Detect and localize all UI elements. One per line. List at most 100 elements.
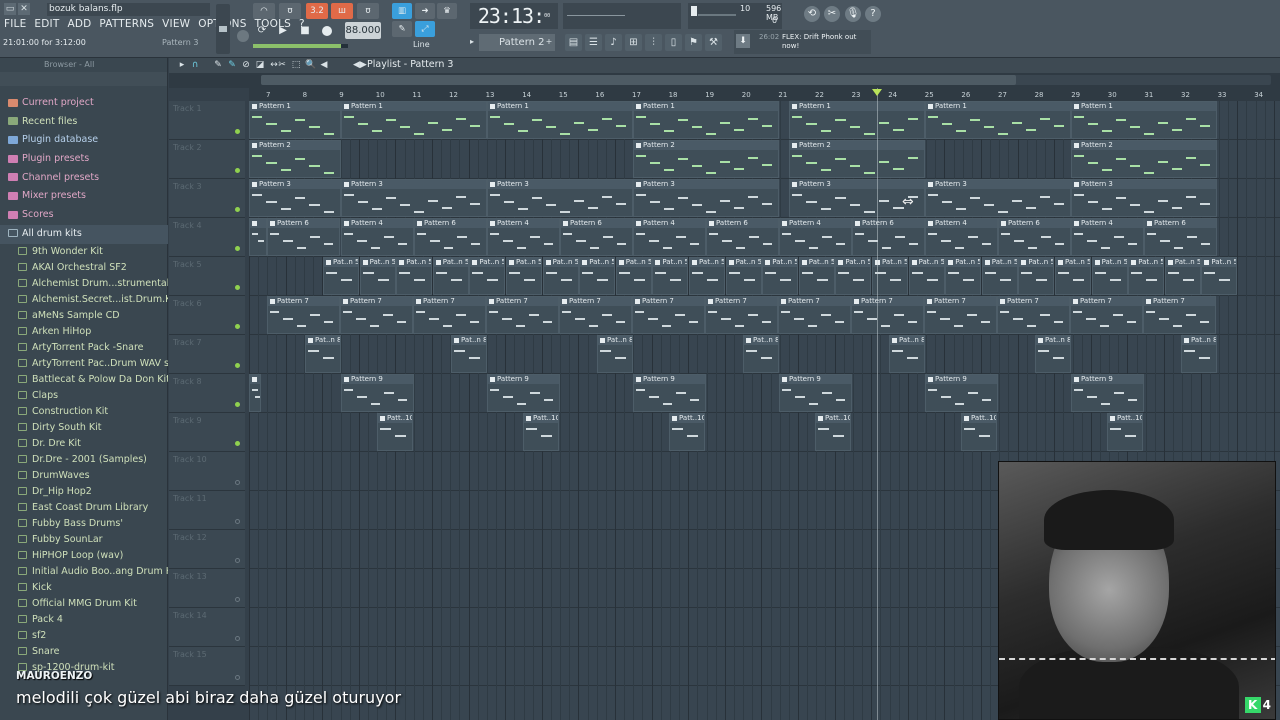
pattern-clip[interactable]: Pattern 6: [560, 218, 633, 256]
browser-window-icon[interactable]: ⊞: [625, 34, 642, 51]
pattern-clip[interactable]: Pat..n 8: [889, 335, 925, 373]
pattern-clip[interactable]: Patt..10: [523, 413, 559, 451]
track-header[interactable]: Track 3: [169, 179, 245, 218]
browser-kit-item[interactable]: ArtyTorrent Pack -Snare: [0, 340, 168, 356]
pattern-clip[interactable]: Pattern 6: [998, 218, 1071, 256]
track-header[interactable]: Track 8: [169, 374, 245, 413]
pattern-clip[interactable]: Pat..n 8: [305, 335, 341, 373]
menu-file[interactable]: FILE: [4, 18, 26, 30]
pattern-clip[interactable]: Pat..n 8: [1035, 335, 1071, 373]
pattern-clip[interactable]: Pattern 9: [487, 374, 560, 412]
loop-record-button[interactable]: ʊ: [357, 3, 379, 19]
pattern-clip[interactable]: Patt..10: [1107, 413, 1143, 451]
track-mute-button[interactable]: [235, 363, 240, 368]
track-mute-button[interactable]: [235, 246, 240, 251]
plugin-picker-icon[interactable]: ⚑: [685, 34, 702, 51]
pattern-clip[interactable]: Pattern 9: [925, 374, 998, 412]
pattern-clip[interactable]: Pattern 3: [487, 179, 633, 217]
pattern-clip[interactable]: Pattern 3: [633, 179, 779, 217]
pattern-clip[interactable]: Pattern 7: [267, 296, 340, 334]
microphone-icon[interactable]: 🎙: [845, 6, 861, 22]
playlist-window-icon[interactable]: ▤: [565, 34, 582, 51]
track-mute-button[interactable]: [235, 129, 240, 134]
pattern-clip[interactable]: Pattern 7: [413, 296, 486, 334]
pattern-clip[interactable]: Pat..n 5: [1018, 257, 1055, 295]
pattern-clip[interactable]: Pattern 7: [632, 296, 705, 334]
pattern-clip[interactable]: Pattern 2: [789, 140, 925, 178]
browser-item-plugin-database[interactable]: Plugin database: [0, 131, 168, 150]
track-mute-button[interactable]: [235, 207, 240, 212]
menu-view[interactable]: VIEW: [162, 18, 190, 30]
browser-item-scores[interactable]: Scores: [0, 206, 168, 225]
pattern-clip[interactable]: Pat..n 5: [835, 257, 872, 295]
pattern-clip[interactable]: Pat..n 8: [743, 335, 779, 373]
browser-kit-item[interactable]: Arken HiHop: [0, 324, 168, 340]
browser-item-all-drum-kits[interactable]: All drum kits: [0, 224, 168, 244]
browser-kit-item[interactable]: Initial Audio Boo..ang Drum Kit WiN: [0, 564, 168, 580]
magnet-icon[interactable]: ∩: [190, 60, 200, 70]
track-mute-button[interactable]: [235, 519, 240, 524]
playlist-nav-icon[interactable]: ◀▶: [353, 60, 367, 70]
pattern-clip[interactable]: Pat..n 5: [1201, 257, 1238, 295]
browser-kit-item[interactable]: Official MMG Drum Kit: [0, 596, 168, 612]
pattern-clip[interactable]: Pattern 2: [1071, 140, 1217, 178]
news-panel[interactable]: ⬇ 26:02 FLEX: Drift Phonk out now!: [734, 30, 871, 54]
playhead[interactable]: [877, 88, 878, 720]
channel-rack-icon[interactable]: ☰: [585, 34, 602, 51]
pattern-prev-icon[interactable]: ▸: [467, 35, 477, 49]
track-mute-button[interactable]: [235, 675, 240, 680]
pattern-clip[interactable]: Pattern 7: [851, 296, 924, 334]
track-header[interactable]: Track 11: [169, 491, 245, 530]
pattern-clip[interactable]: Pattern 9: [1071, 374, 1144, 412]
pattern-clip[interactable]: Pattern 3: [249, 179, 341, 217]
piano-roll-icon[interactable]: ♪: [605, 34, 622, 51]
pattern-clip[interactable]: Pat..n 5: [469, 257, 506, 295]
select-tool-icon[interactable]: ⬚: [291, 60, 301, 70]
track-header[interactable]: Track 9: [169, 413, 245, 452]
download-icon[interactable]: ⬇: [736, 34, 750, 48]
mixer-icon[interactable]: ⫶: [645, 34, 662, 51]
playhead-marker-icon[interactable]: [872, 89, 882, 96]
playback-tool-icon[interactable]: ◀: [319, 60, 329, 70]
browser-kit-item[interactable]: Dr.Dre - 2001 (Samples): [0, 452, 168, 468]
pattern-clip[interactable]: Pattern 7: [559, 296, 632, 334]
tempo-slider[interactable]: [253, 44, 348, 48]
pattern-clip[interactable]: Pat..n 5: [359, 257, 396, 295]
pattern-clip[interactable]: Pattern 3: [341, 179, 487, 217]
browser-item-current-project[interactable]: Current project: [0, 94, 168, 113]
close-icon[interactable]: ✕: [18, 3, 30, 15]
pattern-clip[interactable]: Pat..n 5: [689, 257, 725, 295]
pattern-clip[interactable]: Pattern 4: [925, 218, 998, 256]
browser-kit-item[interactable]: Claps: [0, 388, 168, 404]
pattern-mode-button[interactable]: ◠: [253, 3, 275, 19]
pattern-clip[interactable]: Pat..n 5: [1164, 257, 1201, 295]
browser-kit-item[interactable]: AKAI Orchestral SF2: [0, 260, 168, 276]
pattern-clip[interactable]: Pat..n 5: [725, 257, 762, 295]
pattern-clip[interactable]: Pattern 4: [633, 218, 706, 256]
pattern-clip[interactable]: Pat..n 5: [1091, 257, 1128, 295]
pattern-clip[interactable]: Patt..10: [815, 413, 851, 451]
timeline-ruler[interactable]: 7 8 9 10 11 12 13 14 15 16 17 18 19 20 21 22 23 24 25 26 27 2…: [249, 88, 1280, 101]
browser-kit-item[interactable]: Snare: [0, 644, 168, 660]
pattern-clip[interactable]: Pattern 4: [1071, 218, 1144, 256]
track-header[interactable]: Track 14: [169, 608, 245, 647]
pattern-clip[interactable]: Pattern 7: [1143, 296, 1216, 334]
track-mute-button[interactable]: [235, 402, 240, 407]
track-header[interactable]: Track 10: [169, 452, 245, 491]
tempo-display[interactable]: 88.000: [345, 22, 381, 39]
track-header[interactable]: Track 6: [169, 296, 245, 335]
pattern-clip[interactable]: Pat..n 5: [506, 257, 542, 295]
browser-kit-item[interactable]: Fubby SounLar: [0, 532, 168, 548]
record-button[interactable]: [318, 23, 336, 39]
pattern-clip[interactable]: Pattern 6: [267, 218, 340, 256]
wait-button[interactable]: 3.2: [306, 3, 328, 19]
track-mute-button[interactable]: [235, 324, 240, 329]
track-mute-button[interactable]: [235, 285, 240, 290]
metronome-button[interactable]: ʊ: [279, 3, 301, 19]
browser-item-plugin-presets[interactable]: Plugin presets: [0, 150, 168, 169]
browser-kit-item[interactable]: Alchemist.Secret...ist.Drum.Kit).WAV: [0, 292, 168, 308]
pattern-clip[interactable]: Pattern 3: [925, 179, 1071, 217]
track-header[interactable]: Track 7: [169, 335, 245, 374]
draw-tool-icon[interactable]: ✎: [213, 60, 223, 70]
browser-header[interactable]: Browser - All: [0, 58, 167, 72]
